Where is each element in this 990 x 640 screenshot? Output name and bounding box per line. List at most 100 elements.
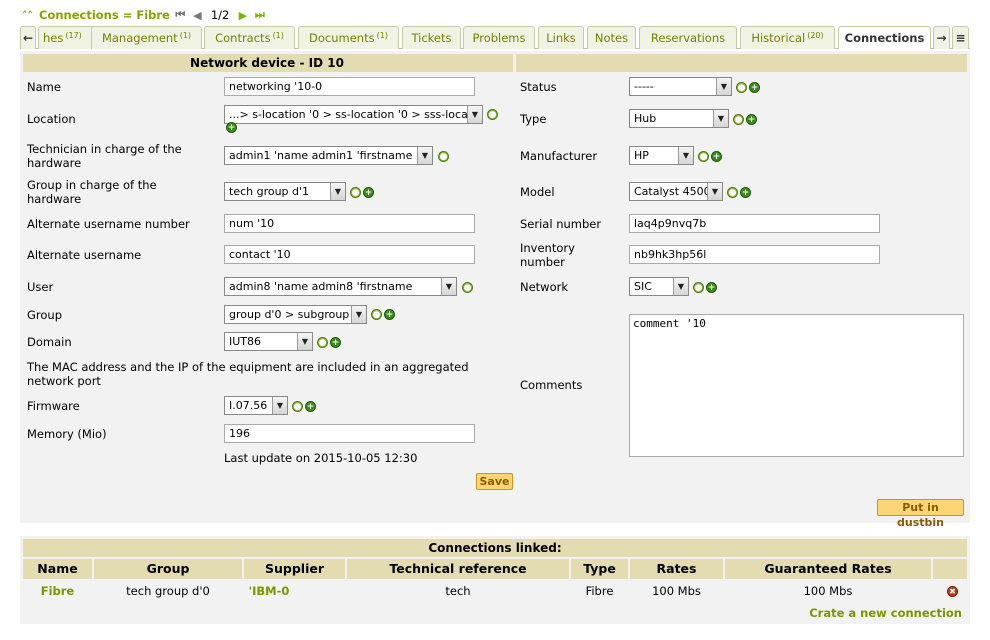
search-icon[interactable]: ● bbox=[487, 109, 498, 120]
table-header-row: Name Group Supplier Technical reference … bbox=[23, 559, 967, 579]
technician-label: Technician in charge of the hardware bbox=[27, 142, 182, 170]
alt-username-label: Alternate username bbox=[27, 248, 142, 262]
row-name-link[interactable]: Fibre bbox=[23, 584, 92, 598]
tab-notes[interactable]: Notes bbox=[587, 26, 636, 49]
connections-linked-title: Connections linked: bbox=[23, 539, 967, 557]
search-icon[interactable]: ● bbox=[733, 114, 744, 125]
status-label: Status bbox=[520, 80, 557, 94]
search-icon[interactable]: ● bbox=[698, 151, 709, 162]
status-select[interactable]: ----- ▼ bbox=[629, 77, 732, 96]
search-icon[interactable]: ● bbox=[438, 151, 449, 162]
add-icon[interactable]: + bbox=[740, 187, 751, 198]
domain-select[interactable]: IUT86 ▼ bbox=[224, 332, 313, 351]
location-select[interactable]: ...> s-location '0 > ss-location '0 > ss… bbox=[224, 105, 483, 124]
tab-connections[interactable]: Connections bbox=[838, 26, 931, 49]
add-icon[interactable]: + bbox=[226, 122, 237, 133]
column-header-group: Group bbox=[94, 559, 242, 579]
tab-contracts[interactable]: Contracts (1) bbox=[204, 26, 295, 49]
column-header-tech-ref: Technical reference bbox=[347, 559, 569, 579]
network-label: Network bbox=[520, 280, 569, 294]
manufacturer-label: Manufacturer bbox=[520, 149, 598, 163]
firmware-select[interactable]: I.07.56 ▼ bbox=[224, 396, 288, 415]
column-header-guaranteed: Guaranteed Rates bbox=[725, 559, 931, 579]
name-label: Name bbox=[27, 80, 61, 94]
search-icon[interactable]: ● bbox=[317, 337, 328, 348]
comments-label: Comments bbox=[520, 378, 583, 392]
add-icon[interactable]: + bbox=[746, 114, 757, 125]
tab-problems[interactable]: Problems bbox=[463, 26, 535, 49]
network-select[interactable]: SIC ▼ bbox=[629, 277, 689, 296]
alt-username-input[interactable]: contact '10 bbox=[224, 245, 475, 264]
tab-bar: ← hes (17) Management (1) Contracts (1) Doc… bbox=[20, 26, 970, 49]
form-panel: Network device - ID 10 Name networking '… bbox=[20, 51, 970, 529]
save-button[interactable]: Save bbox=[476, 473, 513, 490]
row-guaranteed: 100 Mbs bbox=[803, 584, 853, 598]
tab-list-icon[interactable]: ≡ bbox=[952, 26, 969, 49]
tab-historical[interactable]: Historical (20) bbox=[740, 26, 835, 49]
search-icon[interactable]: ● bbox=[292, 401, 303, 412]
previous-icon[interactable]: ◀ bbox=[191, 9, 204, 22]
alt-number-input[interactable]: num '10 bbox=[224, 214, 475, 233]
model-select[interactable]: Catalyst 4500 ▼ bbox=[629, 182, 723, 201]
memory-input[interactable]: 196 bbox=[224, 424, 475, 443]
type-label: Type bbox=[520, 112, 547, 126]
name-input[interactable]: networking '10-0 bbox=[224, 77, 475, 96]
column-header-actions bbox=[933, 559, 967, 579]
tab-scroll-right-icon[interactable]: → bbox=[933, 26, 950, 49]
tab-management[interactable]: Management (1) bbox=[91, 26, 202, 49]
location-label: Location bbox=[27, 112, 76, 126]
group-hardware-select[interactable]: tech group d'1 ▼ bbox=[224, 182, 346, 201]
tab-tickets[interactable]: Tickets bbox=[402, 26, 461, 49]
pager-label: 1/2 bbox=[210, 8, 230, 22]
type-select[interactable]: Hub ▼ bbox=[629, 109, 729, 128]
add-icon[interactable]: + bbox=[384, 309, 395, 320]
up-chevron-icon[interactable]: ˄˄ bbox=[22, 9, 33, 22]
last-icon[interactable]: ⏭ bbox=[253, 8, 266, 22]
serial-input[interactable]: laq4p9nvq7b bbox=[629, 214, 880, 233]
add-icon[interactable]: + bbox=[305, 401, 316, 412]
firmware-label: Firmware bbox=[27, 399, 80, 413]
search-icon[interactable]: ● bbox=[727, 187, 738, 198]
add-icon[interactable]: + bbox=[706, 282, 717, 293]
add-icon[interactable]: + bbox=[330, 337, 341, 348]
column-header-supplier: Supplier bbox=[244, 559, 345, 579]
row-rates: 100 Mbs bbox=[652, 584, 701, 598]
add-icon[interactable]: + bbox=[711, 151, 722, 162]
search-icon[interactable]: ● bbox=[693, 282, 704, 293]
connections-linked-panel: Connections linked: Name Group Supplier … bbox=[20, 536, 970, 624]
user-select[interactable]: admin8 'name admin8 'firstname ▼ bbox=[224, 277, 457, 296]
last-update: Last update on 2015-10-05 12:30 bbox=[224, 451, 418, 465]
item-title[interactable]: Connections = Fibre bbox=[39, 8, 170, 22]
search-icon[interactable]: ● bbox=[350, 187, 361, 198]
form-title: Network device - ID 10 bbox=[190, 56, 344, 70]
row-group: tech group d'0 bbox=[126, 584, 210, 598]
delete-icon[interactable]: ✖ bbox=[947, 586, 958, 597]
add-icon[interactable]: + bbox=[749, 82, 760, 93]
tab-links[interactable]: Links bbox=[538, 26, 584, 49]
create-connection-link[interactable]: Crate a new connection bbox=[809, 606, 962, 620]
search-icon[interactable]: ● bbox=[736, 82, 747, 93]
row-supplier-link[interactable]: 'IBM-0 bbox=[244, 584, 294, 598]
row-tech-ref: tech bbox=[445, 584, 471, 598]
first-icon[interactable]: ⏮ bbox=[174, 8, 187, 22]
inventory-label: Inventory number bbox=[520, 241, 575, 269]
technician-select[interactable]: admin1 'name admin1 'firstname ▼ bbox=[224, 146, 433, 165]
manufacturer-select[interactable]: HP ▼ bbox=[629, 146, 694, 165]
column-header-type: Type bbox=[571, 559, 628, 579]
group-select[interactable]: group d'0 > subgroup d'0 ▼ bbox=[224, 305, 367, 324]
tab-reservations[interactable]: Reservations bbox=[639, 26, 737, 49]
memory-label: Memory (Mio) bbox=[27, 427, 107, 441]
comments-textarea[interactable]: comment '10 bbox=[629, 314, 964, 457]
add-icon[interactable]: + bbox=[363, 187, 374, 198]
alt-number-label: Alternate username number bbox=[27, 217, 190, 231]
tab-scroll-left-icon[interactable]: ← bbox=[20, 26, 36, 49]
search-icon[interactable]: ● bbox=[462, 282, 473, 293]
inventory-input[interactable]: nb9hk3hp56l bbox=[629, 245, 880, 264]
search-icon[interactable]: ● bbox=[371, 309, 382, 320]
column-header-rates: Rates bbox=[630, 559, 723, 579]
tab-documents[interactable]: Documents (1) bbox=[298, 26, 399, 49]
row-type: Fibre bbox=[585, 584, 614, 598]
put-in-dustbin-button[interactable]: Put in dustbin bbox=[877, 499, 964, 529]
next-icon[interactable]: ▶ bbox=[236, 9, 249, 22]
item-navigation: ˄˄ Connections = Fibre ⏮ ◀ 1/2 ▶ ⏭ bbox=[22, 6, 266, 24]
